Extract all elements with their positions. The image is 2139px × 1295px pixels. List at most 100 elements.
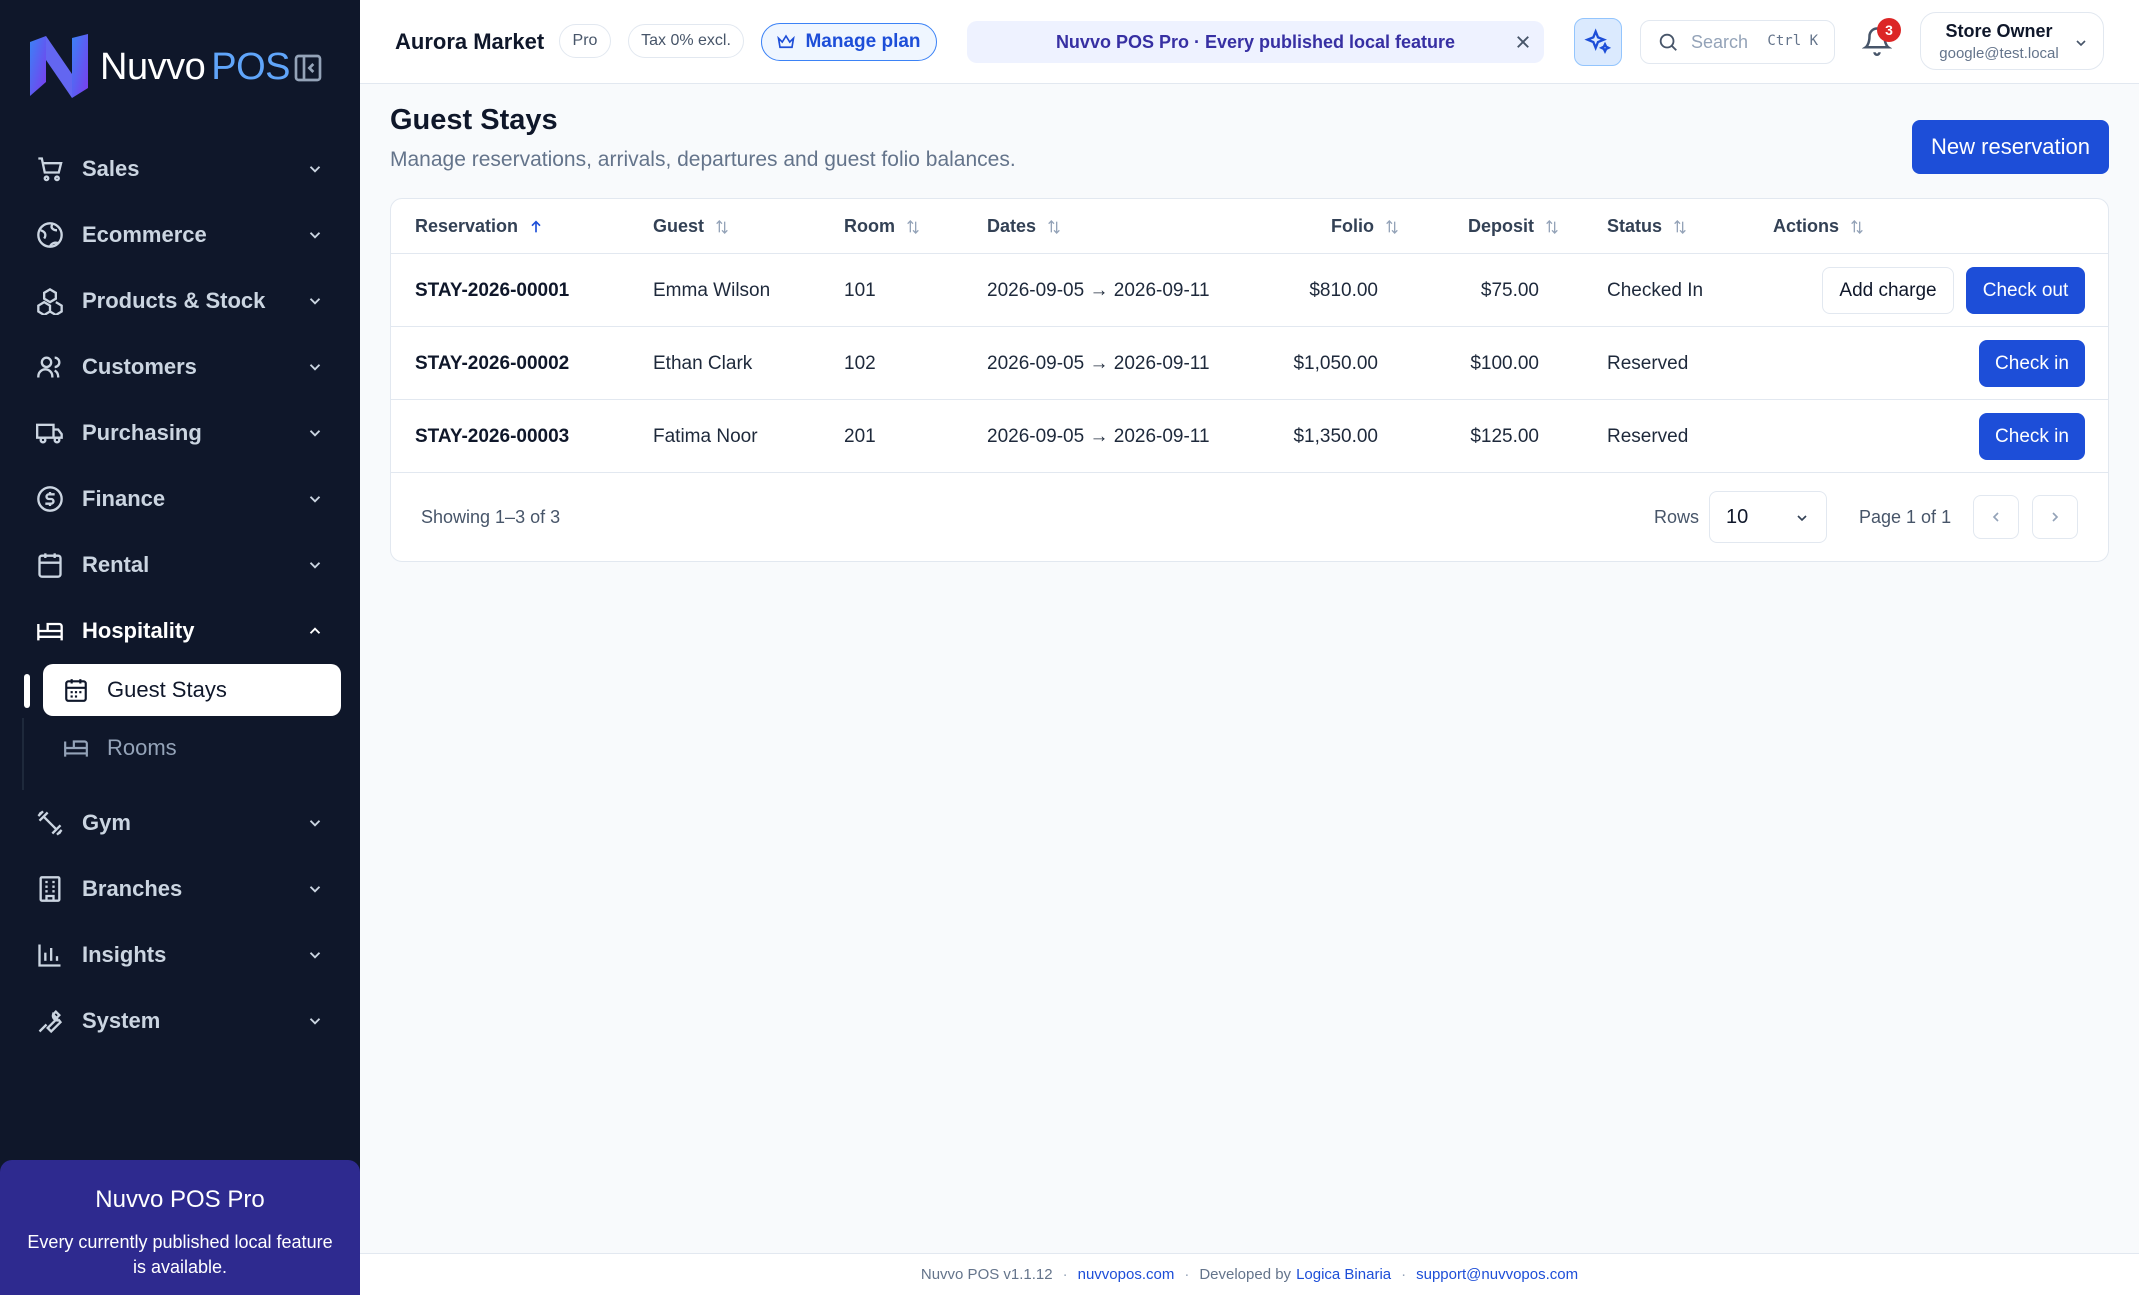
next-page-button[interactable] (2032, 495, 2078, 539)
table-row[interactable]: STAY-2026-00002 Ethan Clark 102 2026-09-… (391, 327, 2108, 400)
sidebar-item-label: Hospitality (82, 618, 195, 643)
page-subtitle: Manage reservations, arrivals, departure… (390, 148, 1016, 171)
store-name[interactable]: Aurora Market (395, 29, 544, 55)
website-link[interactable]: nuvvopos.com (1078, 1266, 1175, 1283)
search-input[interactable]: Search Ctrl K (1640, 20, 1835, 64)
sidebar-item-gym[interactable]: Gym (0, 790, 360, 856)
table-row[interactable]: STAY-2026-00003 Fatima Noor 201 2026-09-… (391, 400, 2108, 473)
sidebar-item-branches[interactable]: Branches (0, 856, 360, 922)
folio-amount: $1,350.00 (1293, 426, 1378, 447)
new-reservation-button[interactable]: New reservation (1912, 120, 2109, 174)
promo-title: Nuvvo POS Pro (95, 1186, 265, 1213)
sort-icon (1386, 219, 1398, 234)
column-header-dates[interactable]: Dates (987, 216, 1062, 237)
plan-badge: Pro (559, 24, 611, 58)
user-name: Store Owner (1945, 21, 2053, 41)
chevron-down-icon (1797, 515, 1807, 522)
check-out-button[interactable]: Check out (1966, 267, 2085, 314)
sidebar-item-products-stock[interactable]: Products & Stock (0, 268, 360, 334)
showing-count: Showing 1–3 of 3 (421, 507, 561, 527)
column-header-deposit[interactable]: Deposit (1468, 216, 1560, 237)
chevron-down-icon (309, 562, 321, 569)
sidebar-item-label: Ecommerce (82, 222, 207, 247)
chevron-down-icon (309, 886, 321, 893)
globe-icon (37, 222, 63, 248)
column-header-reservation[interactable]: Reservation (415, 216, 544, 237)
table-header: Reservation Guest Room Dates Folio Depos… (391, 199, 2108, 254)
column-header-guest[interactable]: Guest (653, 216, 730, 237)
promo-text: Every currently published local feature … (27, 1232, 333, 1277)
status-text: Reserved (1607, 353, 1689, 374)
nuvvo-logo-icon (30, 34, 88, 98)
sidebar-item-sales[interactable]: Sales (0, 136, 360, 202)
reservation-id: STAY-2026-00001 (415, 280, 570, 301)
sidebar: Nuvvo POS Sales Ecommerce Products & Stoc… (0, 0, 360, 1295)
user-menu[interactable]: Store Owner google@test.local (1920, 12, 2104, 70)
sidebar-collapse-icon[interactable] (292, 52, 324, 84)
column-label: Status (1607, 216, 1663, 236)
column-header-folio[interactable]: Folio (1331, 216, 1400, 237)
sidebar-item-label: Branches (82, 876, 183, 901)
sidebar-item-finance[interactable]: Finance (0, 466, 360, 532)
sidebar-item-label: Finance (82, 486, 166, 511)
developer-link[interactable]: Logica Binaria (1296, 1266, 1391, 1283)
brand-name: Nuvvo POS (100, 45, 290, 88)
stay-dates: 2026-09-05 → 2026-09-11 (987, 280, 1210, 301)
check-in-button[interactable]: Check in (1979, 413, 2085, 460)
search-placeholder: Search (1691, 31, 1749, 52)
rows-label: Rows (1654, 507, 1700, 527)
status-text: Checked In (1607, 280, 1704, 301)
bar-chart-icon (38, 944, 61, 967)
rows-per-page-select[interactable]: 10 (1709, 491, 1827, 543)
sidebar-item-ecommerce[interactable]: Ecommerce (0, 202, 360, 268)
manage-plan-button[interactable]: Manage plan (761, 23, 937, 61)
previous-page-button[interactable] (1973, 495, 2019, 539)
hospitality-submenu: Guest Stays Rooms (0, 664, 360, 790)
add-charge-button[interactable]: Add charge (1822, 267, 1954, 314)
room-number: 102 (844, 353, 876, 374)
chevron-down-icon (309, 232, 321, 239)
column-header-room[interactable]: Room (844, 216, 921, 237)
column-label: Actions (1773, 216, 1840, 236)
sidebar-item-label: Gym (82, 810, 131, 835)
sidebar-item-purchasing[interactable]: Purchasing (0, 400, 360, 466)
plan-promo-card: Nuvvo POS Pro Every currently published … (0, 1160, 360, 1295)
chevron-down-icon (309, 820, 321, 827)
table-footer: Showing 1–3 of 3 Rows 10 Page 1 of 1 (391, 475, 2108, 563)
brand[interactable]: Nuvvo POS (26, 32, 290, 102)
close-icon[interactable] (1514, 33, 1532, 51)
calendar-icon (38, 553, 62, 578)
sidebar-item-rooms[interactable]: Rooms (43, 722, 341, 774)
sidebar-item-system[interactable]: System (0, 988, 360, 1054)
separator: · (1184, 1266, 1190, 1283)
column-label: Dates (987, 216, 1037, 236)
sort-icon (1048, 219, 1060, 234)
chevron-down-icon (309, 952, 321, 959)
reservation-id: STAY-2026-00003 (415, 426, 570, 447)
user-email: google@test.local (1939, 45, 2059, 62)
column-header-actions[interactable]: Actions (1773, 216, 1865, 237)
sort-icon (716, 219, 728, 234)
stay-dates: 2026-09-05 → 2026-09-11 (987, 353, 1210, 374)
column-header-status[interactable]: Status (1607, 216, 1688, 237)
room-number: 101 (844, 280, 876, 301)
support-email-link[interactable]: support@nuvvopos.com (1416, 1266, 1578, 1283)
reservation-id: STAY-2026-00002 (415, 353, 570, 374)
sidebar-item-label: Insights (82, 942, 167, 967)
calendar-icon (65, 679, 87, 702)
sidebar-item-hospitality[interactable]: Hospitality (0, 598, 360, 664)
table-row[interactable]: STAY-2026-00001 Emma Wilson 101 2026-09-… (391, 254, 2108, 327)
sidebar-item-customers[interactable]: Customers (0, 334, 360, 400)
sidebar-item-insights[interactable]: Insights (0, 922, 360, 988)
building-icon (39, 876, 61, 902)
cart-icon (38, 157, 63, 182)
check-in-button[interactable]: Check in (1979, 340, 2085, 387)
sidebar-item-label: Customers (82, 354, 197, 379)
ai-assistant-button[interactable] (1574, 18, 1622, 66)
sidebar-item-label: Rental (82, 552, 150, 577)
sidebar-item-guest-stays[interactable]: Guest Stays (43, 664, 341, 716)
submenu-line (22, 718, 24, 790)
deposit-amount: $100.00 (1470, 353, 1539, 374)
separator: · (1062, 1266, 1068, 1283)
sidebar-item-rental[interactable]: Rental (0, 532, 360, 598)
